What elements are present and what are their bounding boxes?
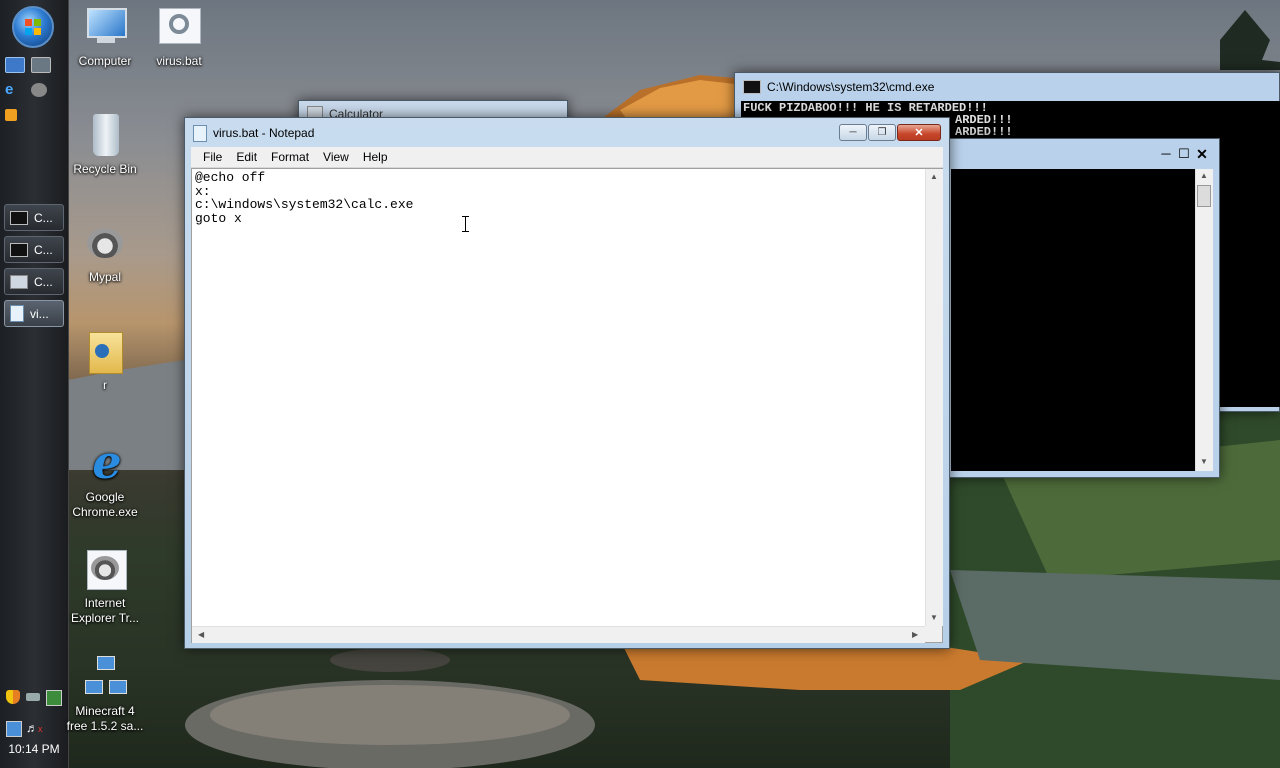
folder-icon (83, 330, 127, 374)
media-player-quicklaunch-icon[interactable] (5, 109, 17, 121)
notepad-icon (193, 124, 207, 142)
network-icon[interactable] (46, 690, 62, 706)
cmd-titlebar[interactable]: C:\Windows\system32\cmd.exe (735, 73, 1279, 101)
text-cursor-icon-top (462, 216, 469, 217)
network-status-icon[interactable] (6, 721, 22, 737)
scroll-left-icon[interactable]: ◀ (198, 630, 204, 639)
cmd-icon (743, 80, 761, 94)
desktop-icon-internet-explorer[interactable]: Internet Explorer Tr... (66, 548, 144, 626)
batch-file-icon (157, 6, 201, 50)
taskbar-button-label: vi... (30, 306, 49, 321)
desktop-icon-virus-bat[interactable]: virus.bat (140, 6, 218, 69)
desktop-icon-label: Google Chrome.exe (72, 490, 138, 519)
taskbar-button-label: C... (34, 274, 53, 289)
close-button[interactable]: ✕ (897, 124, 941, 141)
raccoon-shortcut-icon (83, 548, 127, 592)
menu-file[interactable]: File (196, 150, 229, 164)
cmd-window-2[interactable]: ─ ☐ ✕ ▲ ▼ (944, 138, 1220, 478)
menu-format[interactable]: Format (264, 150, 316, 164)
scroll-down-icon[interactable]: ▼ (1200, 457, 1208, 466)
mypal-quicklaunch-icon[interactable] (31, 83, 47, 97)
desktop-icon-label: virus.bat (156, 54, 202, 68)
restore-button[interactable]: ❐ (868, 124, 896, 141)
scroll-up-icon[interactable]: ▲ (1200, 171, 1208, 180)
text-editor[interactable]: @echo off x: c:\windows\system32\calc.ex… (191, 168, 943, 643)
desktop-icon-label: Mypal (88, 270, 121, 284)
computer-icon (83, 6, 127, 50)
recycle-bin-icon (83, 114, 127, 158)
desktop-icon-minecraft[interactable]: Minecraft 4 free 1.5.2 sa... (66, 656, 144, 734)
internet-explorer-icon: e (92, 435, 122, 489)
scroll-down-icon[interactable]: ▼ (930, 613, 938, 622)
cmd-line: FUCK PIZDABOO!!! HE IS RETARDED!!! (743, 101, 988, 115)
notepad-title: virus.bat - Notepad (213, 126, 315, 140)
cmd-icon (10, 210, 28, 225)
window-controls: ─ ❐ ✕ (838, 124, 941, 141)
cmd-line: ARDED!!! (955, 125, 1013, 139)
raccoon-icon (83, 222, 127, 266)
start-button[interactable] (12, 6, 54, 48)
notepad-titlebar[interactable]: virus.bat - Notepad (185, 118, 949, 148)
desktop-icon-recycle-bin[interactable]: Recycle Bin (66, 114, 144, 177)
show-desktop-icon[interactable] (5, 57, 25, 73)
taskbar: e C... C... C... vi... ♬x 10:14 PM (0, 0, 69, 768)
desktop-icon-label: Internet Explorer Tr... (70, 596, 140, 625)
calculator-icon (10, 274, 28, 289)
clock[interactable]: 10:14 PM (0, 742, 68, 756)
network-shortcut-icon (83, 656, 127, 700)
desktop-icon-computer[interactable]: Computer (66, 6, 144, 69)
maximize-icon[interactable]: ☐ (1175, 147, 1193, 163)
taskbar-button-label: C... (34, 210, 53, 225)
minimize-icon[interactable]: ─ (1157, 147, 1175, 163)
scroll-right-icon[interactable]: ▶ (912, 630, 918, 639)
scroll-thumb[interactable] (1197, 185, 1211, 207)
close-icon[interactable]: ✕ (1193, 147, 1211, 163)
text-cursor-icon-bottom (462, 231, 469, 232)
desktop-icon-label: r (103, 378, 107, 392)
ie-quicklaunch-icon[interactable]: e (5, 82, 23, 97)
desktop-icon-google-chrome[interactable]: e Google Chrome.exe (66, 435, 144, 520)
notepad-window[interactable]: virus.bat - Notepad ─ ❐ ✕ File Edit Form… (184, 117, 950, 649)
volume-muted-icon[interactable]: ♬x (26, 721, 43, 735)
desktop-icon-r[interactable]: r (66, 330, 144, 393)
desktop-icon-label: Recycle Bin (73, 162, 137, 176)
editor-content[interactable]: @echo off x: c:\windows\system32\calc.ex… (195, 171, 413, 225)
taskbar-button-cmd-1[interactable]: C... (4, 204, 64, 231)
menubar: File Edit Format View Help (191, 147, 943, 168)
taskbar-button-label: C... (34, 242, 53, 257)
scroll-up-icon[interactable]: ▲ (930, 172, 938, 181)
windows-logo-icon (25, 19, 41, 35)
resize-grip-icon[interactable] (925, 626, 942, 642)
notepad-client: File Edit Format View Help @echo off x: … (191, 147, 943, 643)
menu-view[interactable]: View (316, 150, 356, 164)
taskbar-button-cmd-2[interactable]: C... (4, 236, 64, 263)
text-cursor-icon (465, 216, 466, 232)
cmd-vertical-scrollbar[interactable]: ▲ ▼ (1195, 169, 1213, 471)
cmd-title: C:\Windows\system32\cmd.exe (767, 80, 935, 94)
horizontal-scrollbar[interactable]: ◀ ▶ (192, 626, 925, 643)
minimize-icon: ─ (849, 127, 857, 138)
security-shield-icon[interactable] (6, 690, 20, 704)
close-icon: ✕ (914, 127, 924, 139)
notepad-icon (10, 305, 24, 322)
cmd-output-2[interactable] (951, 169, 1195, 471)
safely-remove-icon[interactable] (26, 693, 40, 701)
menu-edit[interactable]: Edit (229, 150, 264, 164)
taskbar-button-calculator[interactable]: C... (4, 268, 64, 295)
taskbar-button-notepad[interactable]: vi... (4, 300, 64, 327)
vertical-scrollbar[interactable]: ▲ ▼ (925, 169, 943, 626)
desktop-icon-label: Minecraft 4 free 1.5.2 sa... (66, 704, 144, 733)
restore-icon: ❐ (877, 127, 887, 138)
menu-help[interactable]: Help (356, 150, 395, 164)
desktop-icon-label: Computer (78, 54, 132, 68)
desktop-icon-mypal[interactable]: Mypal (66, 222, 144, 285)
minimize-button[interactable]: ─ (839, 124, 867, 141)
switch-windows-icon[interactable] (31, 57, 51, 73)
cmd-icon (10, 242, 28, 257)
